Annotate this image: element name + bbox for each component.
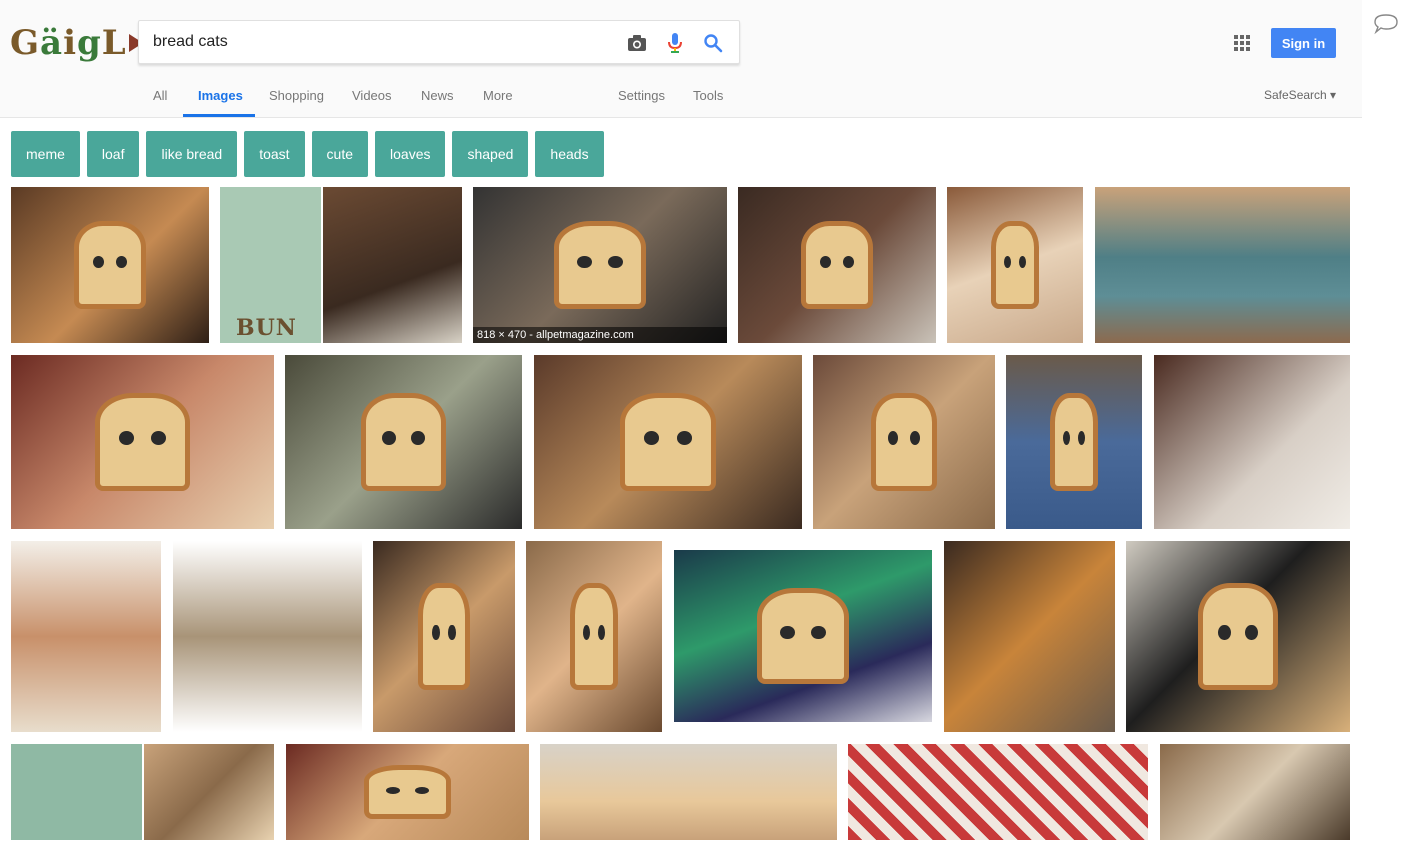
tab-tools[interactable]: Tools bbox=[693, 88, 723, 103]
chip-like-bread[interactable]: like bread bbox=[146, 131, 238, 177]
image-result[interactable] bbox=[534, 355, 802, 529]
search-icon[interactable] bbox=[701, 31, 725, 55]
microphone-icon[interactable] bbox=[663, 31, 687, 55]
image-result[interactable] bbox=[11, 187, 209, 343]
search-tabs: All Images Shopping Videos News More Set… bbox=[0, 80, 1362, 118]
image-result[interactable] bbox=[323, 187, 462, 343]
image-result[interactable] bbox=[540, 744, 837, 840]
chip-meme[interactable]: meme bbox=[11, 131, 80, 177]
chip-toast[interactable]: toast bbox=[244, 131, 305, 177]
image-result[interactable] bbox=[674, 550, 932, 722]
image-result[interactable] bbox=[173, 541, 362, 732]
image-result[interactable]: BUN bbox=[220, 187, 321, 343]
image-result[interactable] bbox=[848, 744, 1148, 840]
image-result[interactable] bbox=[526, 541, 662, 732]
sign-in-button[interactable]: Sign in bbox=[1271, 28, 1336, 58]
image-result[interactable] bbox=[373, 541, 515, 732]
tab-news[interactable]: News bbox=[421, 88, 454, 103]
tab-shopping[interactable]: Shopping bbox=[269, 88, 324, 103]
search-box bbox=[138, 20, 740, 64]
tab-all[interactable]: All bbox=[153, 88, 167, 103]
image-result[interactable] bbox=[738, 187, 936, 343]
camera-icon[interactable] bbox=[625, 31, 649, 55]
image-result[interactable] bbox=[11, 355, 274, 529]
search-input[interactable] bbox=[153, 21, 613, 63]
safesearch-dropdown[interactable]: SafeSearch ▾ bbox=[1264, 88, 1336, 102]
image-result[interactable]: 818 × 470 - allpetmagazine.com bbox=[473, 187, 727, 343]
tab-more[interactable]: More bbox=[483, 88, 513, 103]
image-result[interactable] bbox=[1154, 355, 1350, 529]
image-result[interactable] bbox=[1160, 744, 1350, 840]
google-doodle-logo[interactable]: GäigL bbox=[10, 22, 143, 64]
image-result[interactable] bbox=[1126, 541, 1350, 732]
header: GäigL Sign in All Images Shopping Videos… bbox=[0, 0, 1362, 118]
image-results-grid: BUN 818 × 470 - allpetmagazine.com bbox=[0, 0, 1406, 860]
image-result[interactable] bbox=[1006, 355, 1142, 529]
image-result[interactable] bbox=[285, 355, 522, 529]
image-result[interactable] bbox=[11, 541, 161, 732]
chip-loaf[interactable]: loaf bbox=[86, 131, 140, 177]
related-chips: meme loaf like bread toast cute loaves s… bbox=[11, 131, 604, 177]
chip-shaped[interactable]: shaped bbox=[452, 131, 529, 177]
image-result[interactable] bbox=[813, 355, 995, 529]
chip-heads[interactable]: heads bbox=[535, 131, 604, 177]
image-result[interactable] bbox=[1095, 187, 1350, 343]
chip-loaves[interactable]: loaves bbox=[375, 131, 446, 177]
image-result[interactable] bbox=[947, 187, 1083, 343]
image-result[interactable] bbox=[144, 744, 274, 840]
image-result[interactable] bbox=[286, 744, 529, 840]
bun-label: BUN bbox=[236, 315, 297, 341]
image-hover-caption: 818 × 470 - allpetmagazine.com bbox=[473, 327, 727, 343]
image-result[interactable] bbox=[944, 541, 1115, 732]
apps-grid-icon[interactable] bbox=[1234, 35, 1250, 51]
tab-images[interactable]: Images bbox=[198, 88, 243, 103]
feedback-icon[interactable] bbox=[1372, 12, 1400, 36]
tab-videos[interactable]: Videos bbox=[352, 88, 392, 103]
tab-settings[interactable]: Settings bbox=[618, 88, 665, 103]
image-result[interactable] bbox=[11, 744, 142, 840]
active-tab-indicator bbox=[183, 114, 255, 117]
chip-cute[interactable]: cute bbox=[311, 131, 369, 177]
